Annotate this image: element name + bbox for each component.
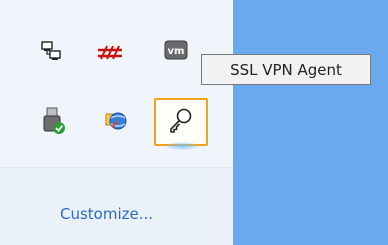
tooltip: SSL VPN Agent xyxy=(201,54,371,85)
desktop-background xyxy=(233,0,388,245)
network-disconnected-icon[interactable] xyxy=(93,36,127,70)
tray-icon-area: vm xyxy=(0,0,233,167)
globe-app-icon[interactable] xyxy=(99,104,133,138)
customize-link[interactable]: Customize... xyxy=(60,205,153,223)
notification-overflow-flyout: vm Customize... xyxy=(0,0,233,245)
ssl-vpn-agent-icon[interactable] xyxy=(164,104,198,138)
usb-safely-remove-icon[interactable] xyxy=(37,104,71,138)
vmware-icon[interactable]: vm xyxy=(159,34,193,68)
selection-glow xyxy=(165,142,199,150)
network-icon[interactable] xyxy=(34,34,68,68)
vmware-icon-label: vm xyxy=(168,46,185,57)
